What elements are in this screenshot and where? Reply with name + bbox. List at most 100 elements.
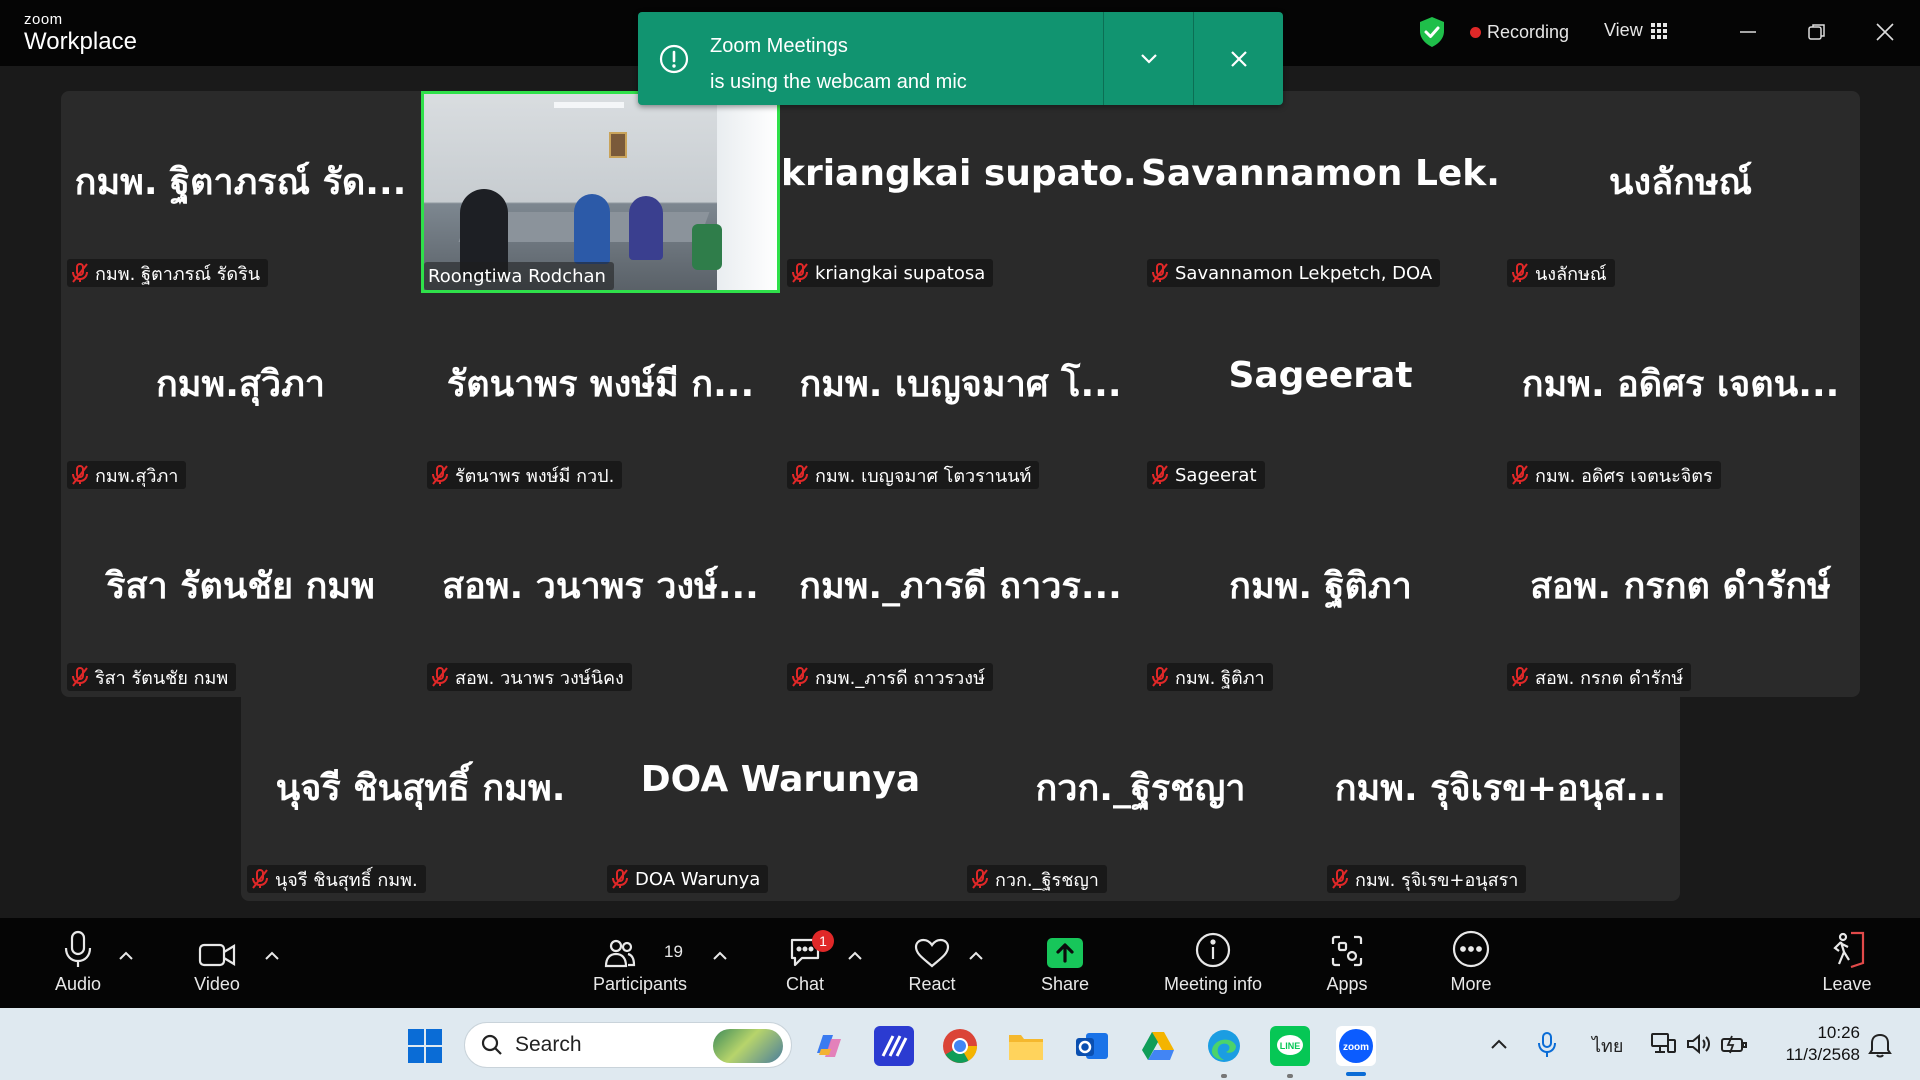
participant-name-tag: Savannamon Lekpetch, DOA: [1147, 259, 1441, 287]
toast-close-button[interactable]: [1193, 12, 1283, 105]
participant-tile[interactable]: กมพ. รุจิเรข+อนุส... กมพ. รุจิเรข+อนุสรา: [1321, 697, 1680, 899]
participant-tile[interactable]: นุจรี ชินสุทธิ์ กมพ. นุจรี ชินสุทธิ์ กมพ.: [241, 697, 600, 899]
microphone-tray-icon[interactable]: [1538, 1032, 1556, 1058]
participant-tile[interactable]: Savannamon Lek... Savannamon Lekpetch, DO…: [1141, 91, 1500, 293]
participant-name-tag: กมพ. ฐิติภา: [1147, 663, 1273, 691]
clock-time: 10:26: [1817, 1023, 1860, 1042]
participant-tile[interactable]: กวก._ฐิรชญา กวก._ฐิรชญา: [961, 697, 1320, 899]
participant-name-label: สอพ. กรกต ดำรักษ์: [1535, 667, 1684, 689]
volume-icon[interactable]: [1686, 1033, 1710, 1055]
participant-tile[interactable]: กมพ. ฐิติภา กมพ. ฐิติภา: [1141, 495, 1500, 697]
video-options-chevron-up-icon[interactable]: [262, 948, 282, 964]
folder-icon: [1009, 1035, 1043, 1060]
search-placeholder: Search: [515, 1033, 582, 1056]
participant-name-tag: กมพ. อดิศร เจตนะจิตร: [1507, 461, 1721, 489]
person-shape: [574, 194, 610, 264]
participant-name-label: กมพ.สุวิภา: [95, 465, 179, 487]
participant-tile[interactable]: กมพ. อดิศร เจตน... กมพ. อดิศร เจตนะจิตร: [1501, 293, 1860, 495]
search-highlight-image: [713, 1029, 783, 1063]
video-button[interactable]: Video: [184, 918, 250, 1008]
start-button[interactable]: [405, 1026, 445, 1066]
participant-tile[interactable]: กมพ. ฐิตาภรณ์ รัด... กมพ. ฐิตาภรณ์ รัดริน: [61, 91, 420, 293]
audio-button[interactable]: Audio: [46, 918, 110, 1008]
battery-icon[interactable]: [1720, 1033, 1748, 1055]
show-hidden-icons-chevron-up-icon[interactable]: [1490, 1038, 1508, 1050]
participant-tile[interactable]: สอพ. วนาพร วงษ์... สอพ. วนาพร วงษ์นิคง: [421, 495, 780, 697]
line-icon: LINE: [1277, 1035, 1303, 1055]
participants-options-chevron-up-icon[interactable]: [710, 948, 730, 964]
meeting-info-button[interactable]: Meeting info: [1158, 918, 1268, 1008]
participant-display-name: ริสา รัตนชัย กมพ: [106, 566, 375, 607]
muted-microphone-icon: [792, 465, 808, 485]
participant-name-label: กมพ. อดิศร เจตนะจิตร: [1535, 465, 1713, 487]
chevron-down-icon: [1140, 53, 1157, 64]
view-button[interactable]: View: [1604, 20, 1667, 41]
leave-door-icon: [1833, 931, 1865, 968]
muted-microphone-icon: [612, 869, 628, 889]
chat-options-chevron-up-icon[interactable]: [845, 948, 865, 964]
copilot-app[interactable]: [808, 1026, 848, 1066]
participant-name-label: kriangkai supatosa: [815, 262, 986, 284]
participant-name-tag: รัตนาพร พงษ์มี กวป.: [427, 461, 623, 489]
participant-name-label: Roongtiwa Rodchan: [428, 265, 606, 287]
zoom-window: zoom Workplace Recording View กมพ. ฐิตาภ…: [0, 0, 1920, 1080]
apps-label: Apps: [1326, 974, 1368, 994]
participant-tile[interactable]: Roongtiwa Rodchan: [421, 91, 780, 293]
muted-microphone-icon: [252, 869, 268, 889]
zoom-taskbar-app[interactable]: zoom: [1336, 1026, 1376, 1066]
view-label: View: [1604, 20, 1643, 40]
participant-tile[interactable]: กมพ. เบญจมาศ โ... กมพ. เบญจมาศ โตวรานนท์: [781, 293, 1140, 495]
ai-writer-app[interactable]: [874, 1026, 914, 1066]
toast-expand-button[interactable]: [1103, 12, 1193, 105]
ceiling-light: [554, 102, 624, 108]
participant-tile[interactable]: ริสา รัตนชัย กมพ ริสา รัตนชัย กมพ: [61, 495, 420, 697]
share-screen-button[interactable]: Share: [1040, 918, 1090, 1008]
apps-button[interactable]: Apps: [1320, 918, 1374, 1008]
copilot-icon: [817, 1035, 841, 1057]
close-icon: [1230, 50, 1247, 67]
chrome-app[interactable]: [940, 1026, 980, 1066]
encryption-shield-icon[interactable]: [1418, 16, 1446, 48]
google-drive-icon: [1142, 1032, 1174, 1060]
more-button[interactable]: More: [1445, 918, 1497, 1008]
participant-name-tag: DOA Warunya: [607, 865, 769, 893]
restore-icon: [1808, 24, 1825, 40]
react-options-chevron-up-icon[interactable]: [966, 948, 986, 964]
participant-tile[interactable]: กมพ.สุวิภา กมพ.สุวิภา: [61, 293, 420, 495]
person-shape: [629, 196, 663, 260]
audio-options-chevron-up-icon[interactable]: [116, 948, 136, 964]
participant-tile[interactable]: กมพ._ภารดี ถาวร... กมพ._ภารดี ถาวรวงษ์: [781, 495, 1140, 697]
participant-name-label: Sageerat: [1175, 464, 1257, 486]
outlook-app[interactable]: [1072, 1026, 1112, 1066]
chat-label: Chat: [785, 974, 825, 994]
notification-bell-icon[interactable]: [1868, 1032, 1892, 1058]
participant-display-name: Savannamon Lek...: [1141, 153, 1500, 194]
close-window-button[interactable]: [1865, 14, 1905, 50]
participant-tile[interactable]: kriangkai supato... kriangkai supatosa: [781, 91, 1140, 293]
muted-microphone-icon: [1512, 667, 1528, 687]
line-app[interactable]: LINE: [1270, 1026, 1310, 1066]
taskbar-search-box[interactable]: Search: [464, 1022, 792, 1068]
edge-app[interactable]: [1204, 1026, 1244, 1066]
react-button[interactable]: React: [906, 918, 958, 1008]
file-explorer-app[interactable]: [1006, 1026, 1046, 1066]
google-drive-app[interactable]: [1138, 1026, 1178, 1066]
minimize-button[interactable]: [1728, 14, 1768, 50]
participant-tile[interactable]: DOA Warunya DOA Warunya: [601, 697, 960, 899]
participant-tile[interactable]: Sageerat Sageerat: [1141, 293, 1500, 495]
participant-name-tag: กมพ._ภารดี ถาวรวงษ์: [787, 663, 993, 691]
restore-button[interactable]: [1797, 14, 1837, 50]
clock-date: 11/3/2568: [1785, 1045, 1860, 1064]
windows-taskbar: Search LINE zoom ไทย 10:26 11/3/2568: [0, 1008, 1920, 1080]
participant-tile[interactable]: นงลักษณ์ นงลักษณ์: [1501, 91, 1860, 293]
recording-indicator[interactable]: Recording: [1470, 22, 1569, 43]
input-language[interactable]: ไทย: [1592, 1031, 1623, 1060]
taskbar-clock[interactable]: 10:26 11/3/2568: [1768, 1022, 1860, 1066]
network-icon[interactable]: [1650, 1032, 1676, 1056]
participant-name-tag: กมพ. รุจิเรข+อนุสรา: [1327, 865, 1527, 893]
participant-tile[interactable]: รัตนาพร พงษ์มี ก... รัตนาพร พงษ์มี กวป.: [421, 293, 780, 495]
participants-button[interactable]: Participants: [590, 918, 690, 1008]
participant-name-label: กมพ. ฐิตาภรณ์ รัดริน: [95, 263, 261, 285]
leave-button[interactable]: Leave: [1822, 918, 1872, 1008]
participant-tile[interactable]: สอพ. กรกต ดำรักษ์ สอพ. กรกต ดำรักษ์: [1501, 495, 1860, 697]
